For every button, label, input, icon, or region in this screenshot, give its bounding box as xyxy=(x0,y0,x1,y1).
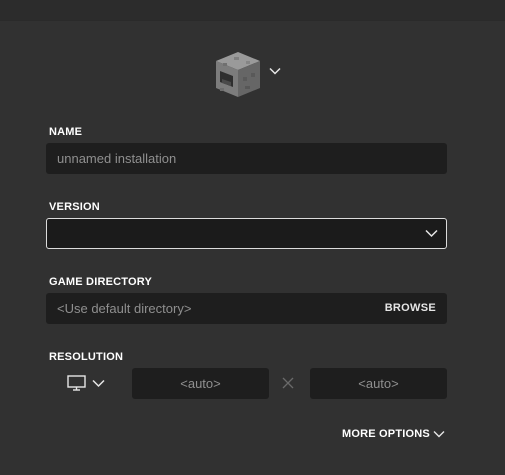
times-icon xyxy=(282,377,294,389)
version-label: VERSION xyxy=(49,201,100,213)
game-directory-input[interactable]: <Use default directory> BROWSE xyxy=(46,293,447,324)
version-select[interactable] xyxy=(46,218,447,249)
more-options-button[interactable]: MORE OPTIONS xyxy=(342,428,445,440)
name-label: NAME xyxy=(49,126,83,138)
resolution-width-input[interactable]: <auto> xyxy=(132,368,269,399)
chevron-down-icon xyxy=(433,431,445,438)
chevron-down-icon xyxy=(92,379,105,388)
resolution-preset-dropdown[interactable] xyxy=(66,374,108,394)
game-directory-placeholder: <Use default directory> xyxy=(57,301,192,316)
resolution-width-placeholder: <auto> xyxy=(180,376,221,391)
name-input-placeholder: unnamed installation xyxy=(57,151,177,166)
installation-icon-picker[interactable] xyxy=(214,49,286,99)
more-options-label: MORE OPTIONS xyxy=(342,428,430,440)
browse-button[interactable]: BROWSE xyxy=(385,293,436,324)
resolution-height-placeholder: <auto> xyxy=(358,376,399,391)
top-bar xyxy=(0,0,505,21)
furnace-block-icon xyxy=(216,52,260,97)
game-directory-label: GAME DIRECTORY xyxy=(49,276,153,288)
monitor-icon xyxy=(67,375,86,391)
resolution-height-input[interactable]: <auto> xyxy=(310,368,447,399)
resolution-label: RESOLUTION xyxy=(49,351,124,363)
name-input[interactable]: unnamed installation xyxy=(46,143,447,174)
chevron-down-icon xyxy=(269,67,281,75)
chevron-down-icon xyxy=(425,229,438,238)
